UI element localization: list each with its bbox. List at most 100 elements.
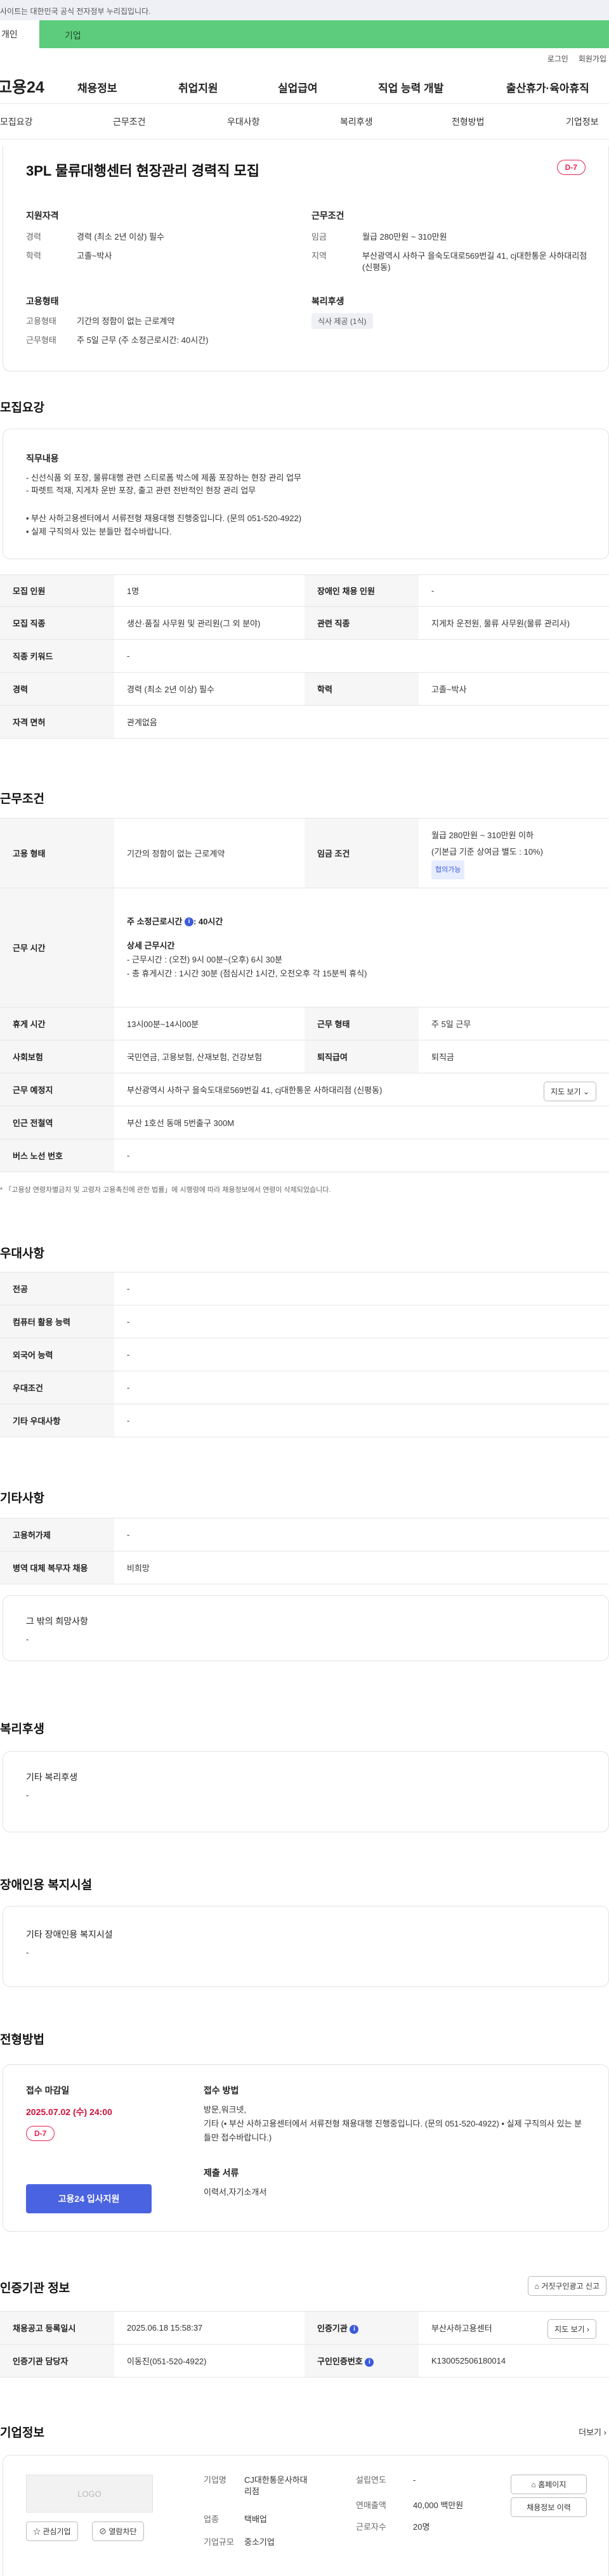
etc-section-title: 기타사항 xyxy=(0,1492,44,1505)
etc-row-label: 고용허가제 xyxy=(0,1518,114,1551)
severance-value: 퇴직금 xyxy=(419,1040,609,1073)
bus-label: 버스 노선 번호 xyxy=(0,1139,114,1172)
employment-type-row-label: 고용 형태 xyxy=(0,818,114,888)
sales-label: 연매출액 xyxy=(356,2501,386,2510)
homepage-button[interactable]: ⌂ 홈페이지 xyxy=(511,2475,587,2494)
reg-date-value: 2025.06.18 15:58:37 xyxy=(114,2311,304,2345)
tab-personal[interactable]: 개인 xyxy=(0,28,39,41)
agency-label: 인증기관 xyxy=(317,2324,348,2333)
company-more-link[interactable]: 더보기 › xyxy=(579,2426,606,2438)
time-detail-2: - 총 휴게시간 : 1시간 30분 (점심시간 1시간, 오전오후 각 15분… xyxy=(127,968,367,978)
anchor-process[interactable]: 전형방법 xyxy=(452,115,485,128)
company-section-title: 기업정보 xyxy=(0,2426,44,2440)
gnb-item-leave[interactable]: 출산휴가·육아휴직 xyxy=(506,79,589,95)
facility-card: 기타 장애인용 복지시설 - xyxy=(3,1906,609,1987)
employment-type-row-value: 기간의 정함이 없는 근로계약 xyxy=(114,818,304,888)
duty-note-2: • 실제 구직의사 있는 분들만 접수바랍니다. xyxy=(26,527,172,536)
info-icon[interactable]: i xyxy=(184,917,193,927)
edu-row-value: 고졸~박사 xyxy=(419,672,609,706)
work-time-label: 근무 시간 xyxy=(0,888,114,1007)
anchor-recruit[interactable]: 모집요강 xyxy=(0,115,33,128)
chevron-right-icon: › xyxy=(603,2428,606,2437)
duty-note-1: • 부산 사하고용센터에서 서류전형 채용대행 진행중입니다. (문의 051-… xyxy=(26,514,302,523)
wage-row-value-1: 월급 280만원 ~ 310만원 이하 xyxy=(431,830,534,840)
pref-section-title: 우대사항 xyxy=(0,1247,44,1260)
wage-label: 임금 xyxy=(311,232,327,242)
home-icon: ⌂ xyxy=(534,2282,539,2291)
cert-section-title: 인증기관 정보 xyxy=(0,2282,70,2295)
duty-card: 직무내용 - 신선식품 외 포장, 물류대행 관련 스티로폼 박스에 제품 포장… xyxy=(3,429,609,559)
edu-label: 학력 xyxy=(26,251,41,261)
site-logo[interactable]: 고용24 xyxy=(0,75,55,98)
disabled-value: - xyxy=(419,574,609,607)
time-detail-1: - 근무시간 : (오전) 9시 00분~(오후) 6시 30분 xyxy=(127,954,283,964)
apply-button[interactable]: 고용24 입사지원 xyxy=(26,2184,152,2213)
recruit-table: 모집 인원 1명 장애인 채용 인원 - 모집 직종 생산·품질 사무원 및 관… xyxy=(0,574,609,739)
info-icon[interactable]: i xyxy=(350,2324,359,2334)
employment-type-label: 고용형태 xyxy=(26,316,56,326)
process-section-title: 전형방법 xyxy=(0,2033,44,2047)
section-anchor-nav: 모집요강 근무조건 우대사항 복리후생 전형방법 기업정보 xyxy=(0,104,609,139)
scale-value: 중소기업 xyxy=(244,2537,275,2547)
other-wishes-value: - xyxy=(26,1634,29,1644)
gnb-item-unemployment[interactable]: 실업급여 xyxy=(278,79,318,95)
process-card: 접수 마감일 2025.07.02 (수) 24:00 D-7 고용24 입사지… xyxy=(3,2064,609,2232)
severance-label: 퇴직급여 xyxy=(304,1040,419,1073)
duty-line-2: - 파렛트 적재, 지게차 운반 포장, 출고 관련 전반적인 현장 관리 업무 xyxy=(26,486,256,495)
gnb-item-jobs[interactable]: 채용정보 xyxy=(77,79,117,95)
pref-row-value: - xyxy=(114,1371,609,1404)
break-value: 13시00분~14시00분 xyxy=(114,1007,304,1040)
gnb-item-training[interactable]: 직업 능력 개발 xyxy=(378,79,443,95)
location-map-button[interactable]: 지도 보기 ⌄ xyxy=(544,1082,596,1101)
gov-notice-text: 사이트는 대한민국 공식 전자정부 누리집입니다. xyxy=(0,7,151,16)
method-line-2: 기타 (• 부산 사하고용센터에서 서류전형 채용대행 진행중입니다. (문의 … xyxy=(204,2119,582,2142)
method-line-1: 방문,워크넷, xyxy=(204,2105,247,2114)
benefit-heading: 기타 복리후생 xyxy=(26,1772,78,1782)
keyword-value: - xyxy=(114,639,609,673)
pref-row-label: 전공 xyxy=(0,1272,114,1305)
login-link[interactable]: 로그인 xyxy=(547,53,568,64)
block-icon: ⊘ xyxy=(99,2527,107,2536)
other-wishes-card: 그 밖의 희망사항 - xyxy=(3,1595,609,1661)
disabled-label: 장애인 채용 인원 xyxy=(304,574,419,607)
wage-row-value-2: (기본급 기준 상여금 별도 : 10%) xyxy=(431,846,543,857)
pref-row-value: - xyxy=(114,1272,609,1305)
region-value: 부산광역시 사하구 을숙도대로569번길 41, cj대한통운 사하대리점 (신… xyxy=(362,251,587,272)
global-nav: 고용24 채용정보 취업지원 실업급여 직업 능력 개발 출산휴가·육아휴직 xyxy=(0,68,609,104)
gnb-item-support[interactable]: 취업지원 xyxy=(178,79,218,95)
work-form-row-label: 근무 형태 xyxy=(304,1007,419,1040)
license-value: 관계없음 xyxy=(114,705,609,739)
anchor-company[interactable]: 기업정보 xyxy=(566,115,599,128)
anchor-pref[interactable]: 우대사항 xyxy=(227,115,260,128)
chevron-right-icon: › xyxy=(587,2325,589,2334)
welfare-heading: 복리후생 xyxy=(311,296,344,306)
wage-value: 월급 280만원 ~ 310만원 xyxy=(362,232,447,242)
time-detail-heading: 상세 근무시간 xyxy=(127,940,175,950)
deadline-heading: 접수 마감일 xyxy=(26,2085,70,2095)
recruit-section-title: 모집요강 xyxy=(0,401,44,415)
favorite-company-button[interactable]: ☆ 관심기업 xyxy=(26,2521,78,2541)
employment-heading: 고용형태 xyxy=(26,296,59,306)
job-type-value: 생산·품질 사무원 및 관리원(그 외 분야) xyxy=(114,606,304,640)
agency-map-button[interactable]: 지도 보기 › xyxy=(547,2319,596,2339)
block-company-button[interactable]: ⊘ 열람차단 xyxy=(92,2521,144,2541)
star-icon: ☆ xyxy=(33,2527,41,2536)
anchor-work[interactable]: 근무조건 xyxy=(113,115,146,128)
join-link[interactable]: 회원가입 xyxy=(579,53,606,64)
benefit-card: 기타 복리후생 - xyxy=(3,1751,609,1832)
headcount-label: 모집 인원 xyxy=(0,574,114,607)
work-section-title: 근무조건 xyxy=(0,793,44,806)
report-fake-ad-button[interactable]: ⌂ 거짓구인광고 신고 xyxy=(527,2276,606,2296)
gov-notice-bar: 사이트는 대한민국 공식 전자정부 누리집입니다. xyxy=(0,0,609,20)
etc-row-value: - xyxy=(114,1518,609,1551)
info-icon[interactable]: i xyxy=(365,2357,374,2367)
conditions-heading: 근무조건 xyxy=(311,210,344,221)
pref-row-value: - xyxy=(114,1305,609,1338)
benefit-section-title: 복리후생 xyxy=(0,1723,44,1736)
keyword-label: 직종 키워드 xyxy=(0,639,114,673)
duty-heading: 직무내용 xyxy=(26,453,59,463)
anchor-benefit[interactable]: 복리후생 xyxy=(340,115,373,128)
company-card: LOGO ☆ 관심기업 ⊘ 열람차단 기업명 CJ대한통운사하대리점 업종 택배업 … xyxy=(3,2455,609,2576)
job-history-button[interactable]: 채용정보 이력 xyxy=(511,2497,587,2517)
tab-business[interactable]: 기업 xyxy=(39,20,609,48)
